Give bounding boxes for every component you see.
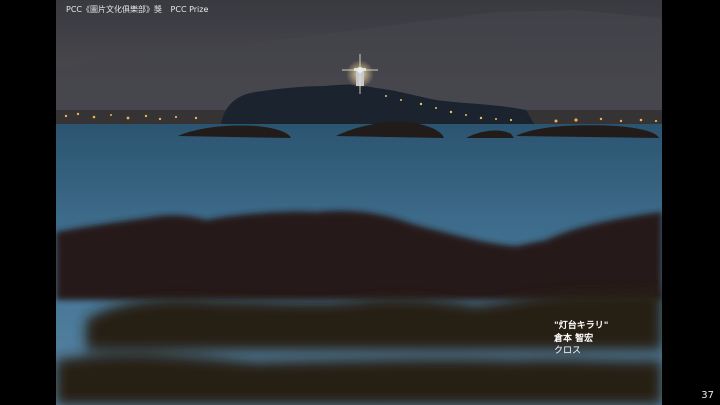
photo-credit: "灯台キラリ" 倉本 智宏 クロス (554, 320, 608, 358)
club-name: クロス (554, 346, 582, 356)
award-title: PCC《圖片文化俱樂部》獎 (66, 5, 162, 14)
photo-title: "灯台キラリ" (554, 321, 609, 331)
photographer-name: 倉本 智宏 (554, 333, 594, 344)
page-number: 37 (701, 390, 714, 401)
award-subtitle: PCC Prize (170, 5, 209, 14)
slide: PCC《圖片文化俱樂部》獎 PCC Prize "灯台キラリ" 倉本 智宏 クロ… (0, 0, 720, 405)
award-caption: PCC《圖片文化俱樂部》獎 PCC Prize (66, 4, 214, 15)
